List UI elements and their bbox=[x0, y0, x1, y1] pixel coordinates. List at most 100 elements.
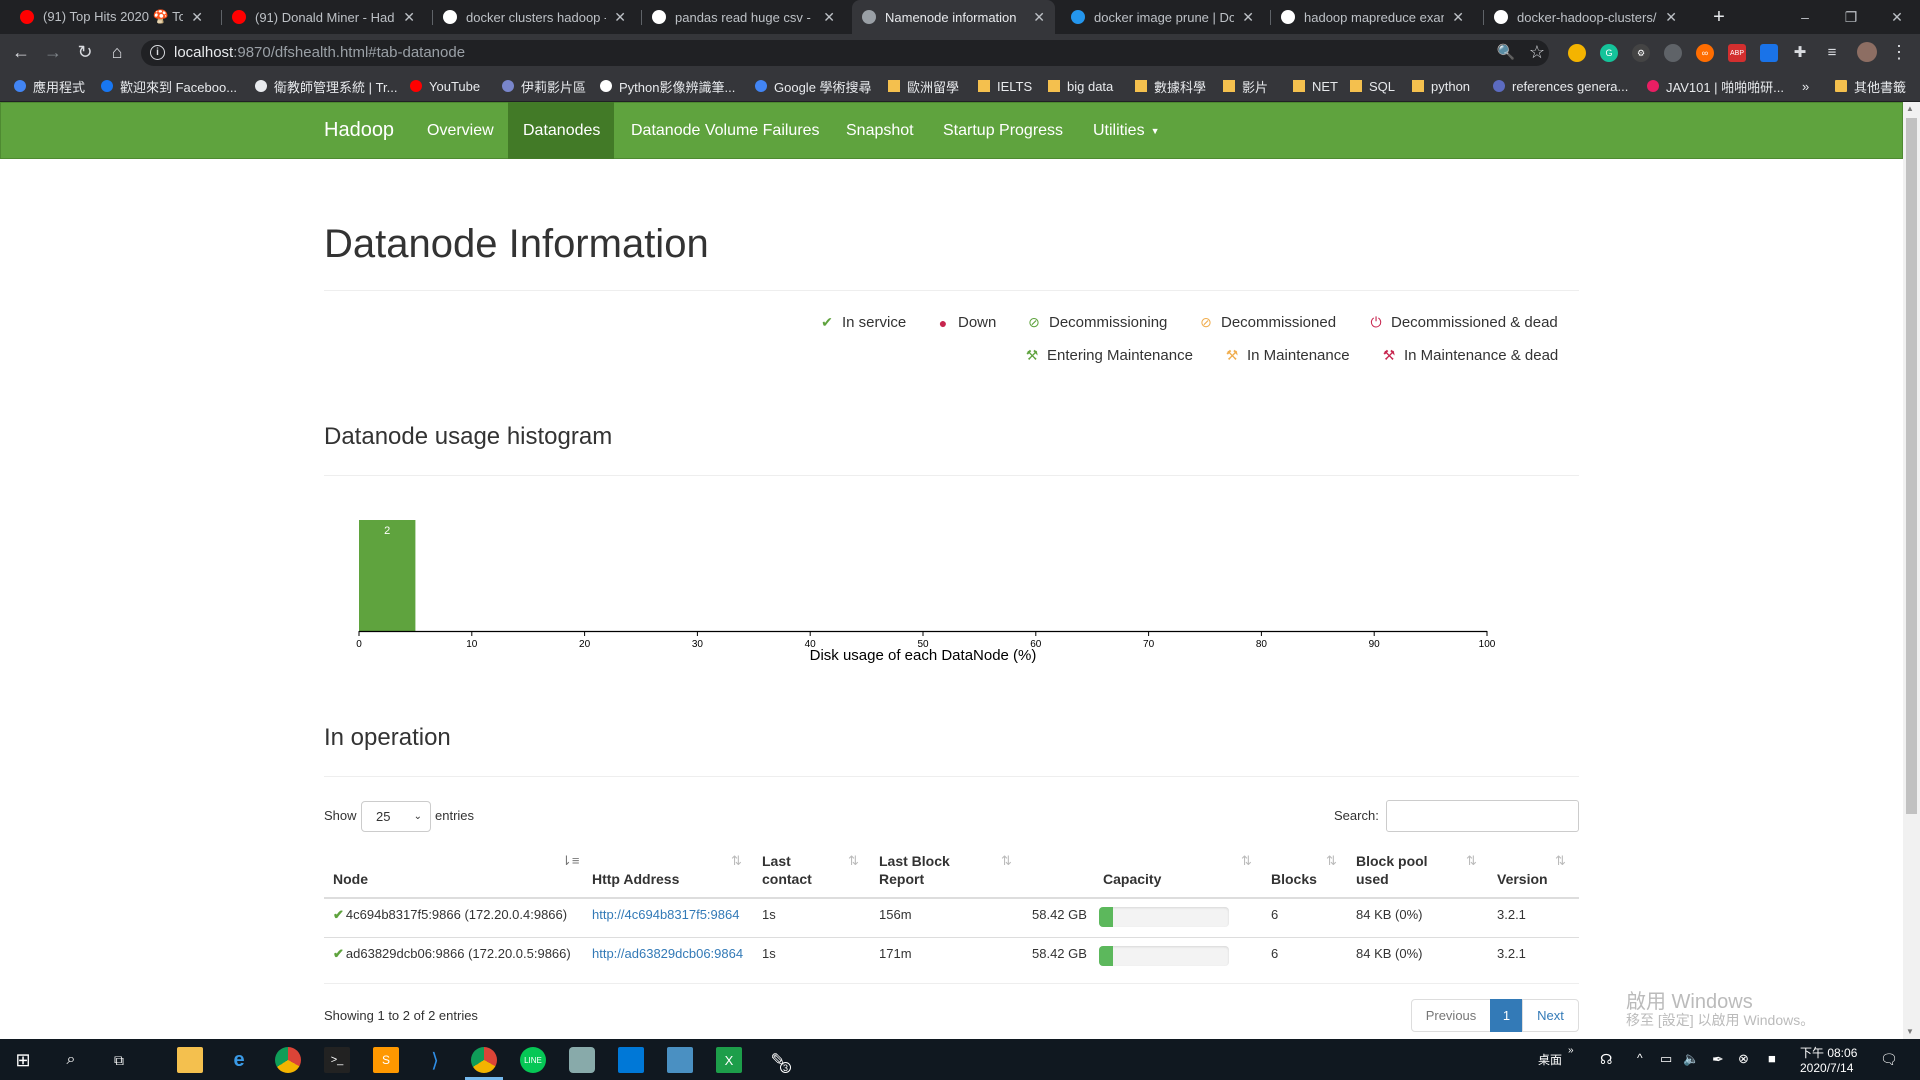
extension-icon[interactable]: ⚙ bbox=[1632, 44, 1650, 62]
avatar[interactable] bbox=[1857, 42, 1877, 62]
nav-overview[interactable]: Overview bbox=[412, 102, 509, 159]
windows-start-icon[interactable]: ⊞ bbox=[10, 1047, 36, 1073]
new-tab-button[interactable]: + bbox=[1708, 6, 1730, 28]
sort-desc-icon[interactable]: ⇂≡ bbox=[561, 853, 579, 869]
bookmark-item[interactable]: 歐洲留學 bbox=[888, 76, 959, 96]
expand-icon[interactable]: » bbox=[1568, 1045, 1574, 1056]
col-header-blocks[interactable]: Blocks bbox=[1271, 870, 1317, 888]
nav-snapshot[interactable]: Snapshot bbox=[831, 102, 929, 159]
ime-desktop-label[interactable]: 桌面 bbox=[1538, 1051, 1562, 1068]
browser-tab[interactable]: hadoop mapreduce exam ✕ bbox=[1271, 0, 1474, 34]
sublime-icon[interactable]: S bbox=[373, 1047, 399, 1073]
clock-date[interactable]: 2020/7/14 bbox=[1800, 1061, 1853, 1075]
search-icon[interactable]: ⌕ bbox=[58, 1047, 84, 1073]
vscode-icon[interactable]: ⟩ bbox=[422, 1047, 448, 1073]
nav-datanode-volume-failures[interactable]: Datanode Volume Failures bbox=[616, 102, 835, 159]
people-icon[interactable]: ☊ bbox=[1600, 1051, 1612, 1068]
grammarly-icon[interactable]: G bbox=[1600, 44, 1618, 62]
scrollbar-thumb[interactable] bbox=[1906, 118, 1917, 814]
extension-icon[interactable] bbox=[1568, 44, 1586, 62]
close-window-button[interactable]: ✕ bbox=[1874, 0, 1920, 34]
sort-icon[interactable]: ⇅ bbox=[848, 853, 859, 869]
bookmark-item[interactable]: SQL bbox=[1350, 76, 1395, 96]
close-tab-icon[interactable]: ✕ bbox=[1452, 9, 1464, 26]
home-icon[interactable]: ⌂ bbox=[106, 41, 128, 63]
bookmark-item[interactable]: JAV101 | 啪啪啪研... bbox=[1647, 76, 1784, 96]
browser-tab[interactable]: (91) Donald Miner - Hado ✕ bbox=[222, 0, 425, 34]
restore-button[interactable]: ❐ bbox=[1828, 0, 1874, 34]
col-header-capacity[interactable]: Capacity bbox=[1103, 870, 1161, 888]
close-tab-icon[interactable]: ✕ bbox=[1665, 9, 1677, 26]
close-tab-icon[interactable]: ✕ bbox=[1242, 9, 1254, 26]
close-tab-icon[interactable]: ✕ bbox=[823, 9, 835, 26]
edge-icon[interactable]: e bbox=[226, 1047, 252, 1073]
network-app-icon[interactable] bbox=[667, 1047, 693, 1073]
store-icon[interactable] bbox=[618, 1047, 644, 1073]
bookmarks-more[interactable]: » bbox=[1802, 76, 1809, 96]
sort-icon[interactable]: ⇅ bbox=[1466, 853, 1477, 869]
bookmark-item[interactable]: 影片 bbox=[1223, 76, 1268, 96]
pen-icon[interactable]: ✒ bbox=[1712, 1051, 1724, 1068]
network-icon[interactable]: ▭ bbox=[1660, 1051, 1672, 1067]
bookmark-item[interactable]: NET bbox=[1293, 76, 1338, 96]
http-address-link[interactable]: http://4c694b8317f5:9864 bbox=[592, 907, 739, 922]
extension-icon[interactable]: ∞ bbox=[1696, 44, 1714, 62]
file-explorer-icon[interactable] bbox=[177, 1047, 203, 1073]
clock-time[interactable]: 下午 08:06 bbox=[1800, 1044, 1857, 1061]
close-circle-icon[interactable]: ⊗ bbox=[1738, 1051, 1749, 1067]
volume-icon[interactable]: 🔈 bbox=[1683, 1051, 1699, 1067]
ime-icon[interactable]: ■ bbox=[1768, 1051, 1776, 1066]
bookmark-item[interactable]: Python影像辨識筆... bbox=[600, 76, 735, 96]
extension-icon[interactable] bbox=[1760, 44, 1778, 62]
search-input[interactable] bbox=[1386, 800, 1579, 832]
terminal-icon[interactable]: >_ bbox=[324, 1047, 350, 1073]
bookmark-item[interactable]: YouTube bbox=[410, 76, 480, 96]
other-bookmarks[interactable]: 其他書籤 bbox=[1835, 76, 1906, 96]
notification-icon[interactable]: 🗨 bbox=[1880, 1051, 1898, 1068]
browser-tab[interactable]: docker image prune | Doc ✕ bbox=[1061, 0, 1264, 34]
bookmark-item[interactable]: references genera... bbox=[1493, 76, 1628, 96]
close-tab-icon[interactable]: ✕ bbox=[614, 9, 626, 26]
next-button[interactable]: Next bbox=[1522, 999, 1579, 1032]
sort-icon[interactable]: ⇅ bbox=[1241, 853, 1252, 869]
col-header-last-contact[interactable]: Last contact bbox=[762, 852, 822, 888]
minimize-button[interactable]: – bbox=[1782, 0, 1828, 34]
col-header-version[interactable]: Version bbox=[1497, 870, 1548, 888]
close-tab-icon[interactable]: ✕ bbox=[403, 9, 415, 26]
bookmark-item[interactable]: 伊莉影片區 bbox=[502, 76, 586, 96]
nav-startup-progress[interactable]: Startup Progress bbox=[928, 102, 1078, 159]
puzzle-icon[interactable]: ✚ bbox=[1789, 41, 1811, 63]
col-header-last-block-report[interactable]: Last Block Report bbox=[879, 852, 959, 888]
bookmark-item[interactable]: big data bbox=[1048, 76, 1113, 96]
bookmark-item[interactable]: 數據科學 bbox=[1135, 76, 1206, 96]
pen-app-icon[interactable]: ✎ 3 bbox=[765, 1047, 791, 1073]
bookmark-item[interactable]: 衛教師管理系統 | Tr... bbox=[255, 76, 398, 96]
adblock-icon[interactable]: ABP bbox=[1728, 44, 1746, 62]
scroll-down-icon[interactable]: ▼ bbox=[1906, 1027, 1914, 1036]
menu-icon[interactable]: ⋮ bbox=[1888, 41, 1910, 63]
close-tab-icon[interactable]: ✕ bbox=[1033, 9, 1045, 26]
back-icon[interactable]: ← bbox=[10, 41, 32, 63]
browser-tab[interactable]: docker-hadoop-clusters/d ✕ bbox=[1484, 0, 1687, 34]
bookmark-item[interactable]: 應用程式 bbox=[14, 76, 85, 96]
scroll-up-icon[interactable]: ▲ bbox=[1906, 104, 1914, 113]
reading-list-icon[interactable]: ≡ bbox=[1821, 41, 1843, 63]
line-icon[interactable]: LINE bbox=[520, 1047, 546, 1073]
excel-icon[interactable]: X bbox=[716, 1047, 742, 1073]
http-address-link[interactable]: http://ad63829dcb06:9864 bbox=[592, 946, 743, 961]
col-header-block-pool-used[interactable]: Block pool used bbox=[1356, 852, 1446, 888]
browser-tab[interactable]: pandas read huge csv - Go ✕ bbox=[642, 0, 845, 34]
bookmark-item[interactable]: python bbox=[1412, 76, 1470, 96]
page-1-button[interactable]: 1 bbox=[1490, 999, 1523, 1032]
chrome-app-icon[interactable] bbox=[471, 1047, 497, 1073]
close-tab-icon[interactable]: ✕ bbox=[191, 9, 203, 26]
previous-button[interactable]: Previous bbox=[1411, 999, 1491, 1032]
col-header-http-address[interactable]: Http Address bbox=[592, 870, 679, 888]
sort-icon[interactable]: ⇅ bbox=[731, 853, 742, 869]
bookmark-item[interactable]: Google 學術搜尋 bbox=[755, 76, 872, 96]
bookmark-item[interactable]: 歡迎來到 Faceboo... bbox=[101, 76, 237, 96]
forward-icon[interactable]: → bbox=[42, 41, 64, 63]
sort-icon[interactable]: ⇅ bbox=[1555, 853, 1566, 869]
brand[interactable]: Hadoop bbox=[309, 102, 409, 159]
col-header-node[interactable]: Node bbox=[333, 870, 368, 888]
